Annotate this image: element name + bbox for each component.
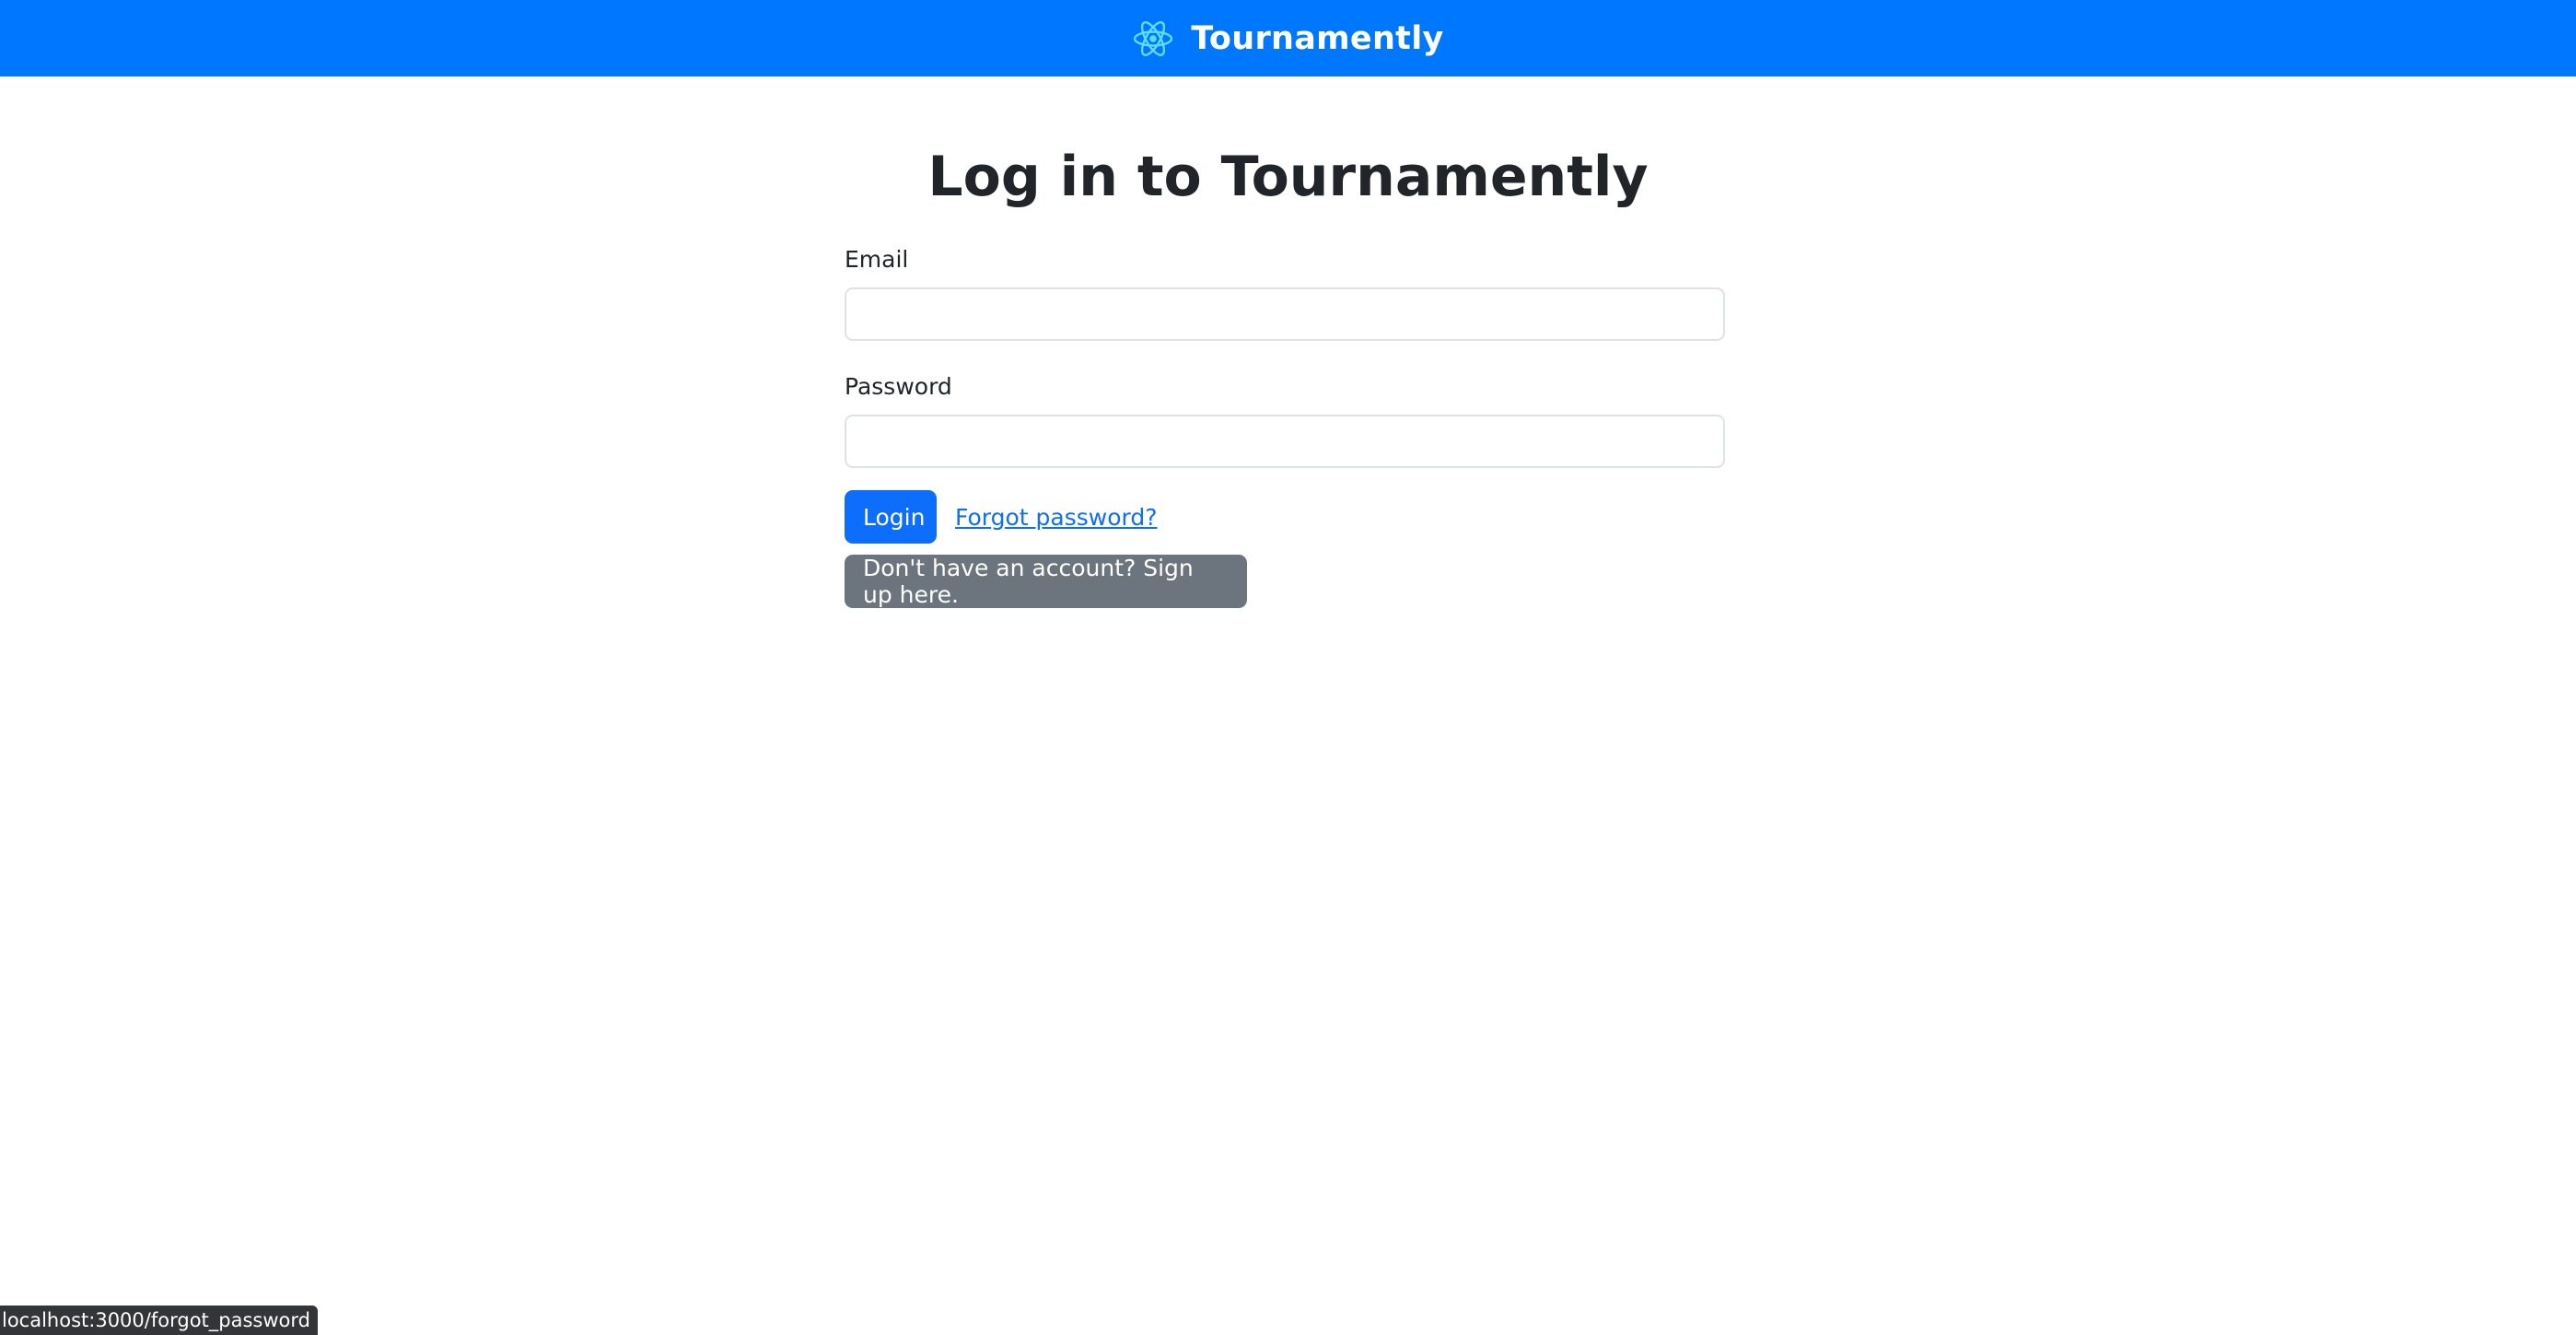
brand-name: Tournamently bbox=[1191, 19, 1444, 57]
page-title: Log in to Tournamently bbox=[927, 145, 1649, 209]
email-group: Email bbox=[845, 241, 1725, 341]
login-form: Email Password Login Forgot password? Do… bbox=[845, 241, 1725, 608]
forgot-password-link[interactable]: Forgot password? bbox=[955, 504, 1158, 531]
top-navbar: Tournamently bbox=[0, 0, 2576, 76]
password-label: Password bbox=[845, 373, 952, 400]
email-input[interactable] bbox=[845, 287, 1725, 341]
email-label: Email bbox=[845, 246, 909, 273]
login-button[interactable]: Login bbox=[845, 490, 937, 544]
signup-button[interactable]: Don't have an account? Sign up here. bbox=[845, 555, 1247, 608]
password-input[interactable] bbox=[845, 415, 1725, 468]
password-group: Password bbox=[845, 369, 1725, 468]
react-atom-icon bbox=[1134, 20, 1173, 56]
status-bar-url: localhost:3000/forgot_password bbox=[0, 1306, 318, 1335]
brand-link[interactable]: Tournamently bbox=[1132, 18, 1443, 60]
form-actions: Login Forgot password? bbox=[845, 490, 1725, 544]
